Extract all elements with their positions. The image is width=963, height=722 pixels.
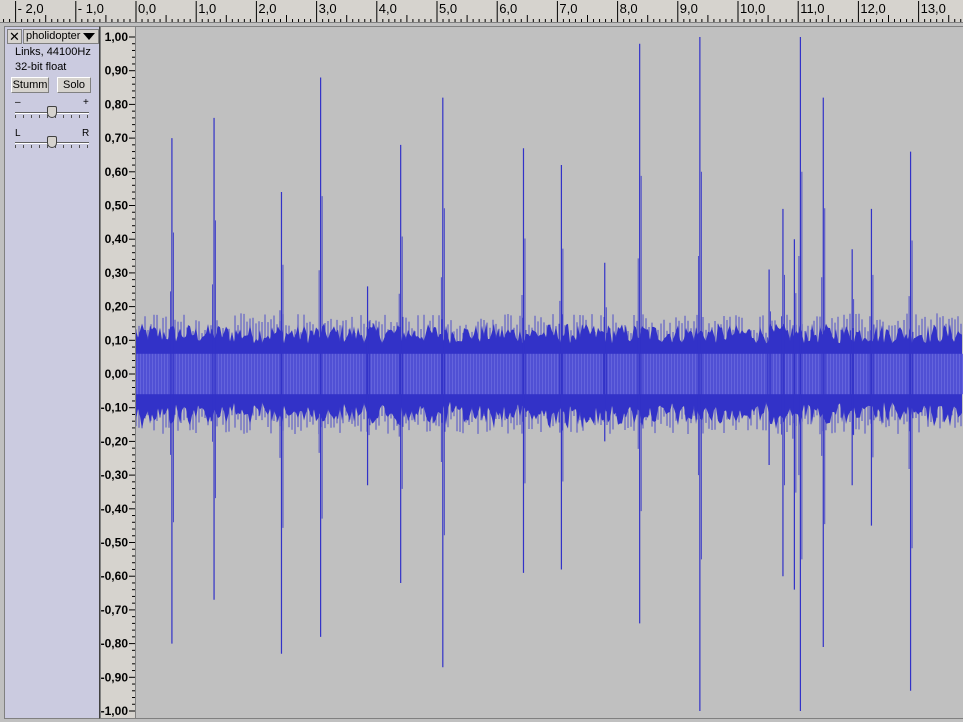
- amp-label: 0,00: [105, 367, 129, 381]
- ruler-label: 13,0: [921, 1, 946, 16]
- gain-slider[interactable]: [15, 105, 89, 119]
- amp-label: -0,50: [101, 536, 128, 550]
- mute-button[interactable]: Stumm: [11, 77, 49, 93]
- waveform-display[interactable]: [136, 27, 963, 719]
- gain-slider-thumb[interactable]: [47, 106, 57, 118]
- amp-label: 0,10: [105, 333, 129, 347]
- amp-label: -0,20: [101, 434, 128, 448]
- track-channel-info: Links, 44100Hz: [15, 46, 91, 58]
- ruler-label: 7,0: [559, 1, 577, 16]
- amp-label: 0,30: [105, 266, 129, 280]
- close-track-button[interactable]: ✕: [7, 29, 22, 44]
- ruler-label: 0,0: [138, 1, 156, 16]
- amplitude-ruler-scale: 1,00 0,90 0,80 0,70 0,60 0,50 0,40 0,30 0,20 0,10…: [101, 30, 135, 718]
- ruler-label: 2,0: [258, 1, 276, 16]
- amplitude-ruler: 1,00 0,90 0,80 0,70 0,60 0,50 0,40 0,30 0,20 0,10…: [100, 26, 136, 719]
- waveform-rms: [136, 353, 963, 395]
- ruler-label: 3,0: [319, 1, 337, 16]
- amp-label: 0,60: [105, 165, 129, 179]
- waveform-area[interactable]: [136, 26, 963, 719]
- ruler-label: - 2,0: [18, 1, 44, 16]
- amp-label: -0,40: [101, 502, 128, 516]
- ruler-label: 8,0: [620, 1, 638, 16]
- ruler-label: 1,0: [198, 1, 216, 16]
- track-name-menu[interactable]: pholidopter: [23, 29, 99, 44]
- solo-button[interactable]: Solo: [57, 77, 91, 93]
- amp-label: -0,90: [101, 670, 128, 684]
- ruler-label: 4,0: [379, 1, 397, 16]
- time-ruler-scale[interactable]: - 2,0 - 1,0 0,0 1,0 2,0 3,0 4,0 5,0 6,0 7,0 8,0 9,0…: [0, 0, 963, 23]
- ruler-label: 5,0: [439, 1, 457, 16]
- ruler-label: 11,0: [800, 1, 824, 16]
- dropdown-arrow-icon: [83, 33, 95, 40]
- amp-label: 0,90: [105, 64, 129, 78]
- amp-label: 0,50: [105, 199, 129, 213]
- time-ruler[interactable]: - 2,0 - 1,0 0,0 1,0 2,0 3,0 4,0 5,0 6,0 7,0 8,0 9,0…: [0, 0, 963, 23]
- amp-label: 0,20: [105, 300, 129, 314]
- ruler-label: 9,0: [680, 1, 698, 16]
- pan-slider-thumb[interactable]: [47, 136, 57, 148]
- track-control-panel: ✕ pholidopter Links, 44100Hz 32-bit floa…: [4, 26, 100, 719]
- amp-label: 0,70: [105, 131, 129, 145]
- ruler-label: 12,0: [860, 1, 885, 16]
- ruler-label: - 1,0: [78, 1, 104, 16]
- amp-label: -0,10: [101, 401, 128, 415]
- ruler-label: 6,0: [499, 1, 517, 16]
- amp-label: -0,80: [101, 637, 128, 651]
- amp-label: -0,70: [101, 603, 128, 617]
- amp-label: -1,00: [101, 704, 128, 718]
- amp-label: 1,00: [105, 30, 129, 44]
- pan-slider[interactable]: [15, 135, 89, 149]
- audio-editor: - 2,0 - 1,0 0,0 1,0 2,0 3,0 4,0 5,0 6,0 7,0 8,0 9,0…: [0, 0, 963, 722]
- amp-label: 0,80: [105, 97, 129, 111]
- track-format-info: 32-bit float: [15, 61, 67, 73]
- ruler-label: 10,0: [740, 1, 765, 16]
- amp-label: -0,30: [101, 468, 128, 482]
- amp-label: -0,60: [101, 569, 128, 583]
- track-name-label: pholidopter: [26, 30, 81, 42]
- amp-label: 0,40: [105, 232, 129, 246]
